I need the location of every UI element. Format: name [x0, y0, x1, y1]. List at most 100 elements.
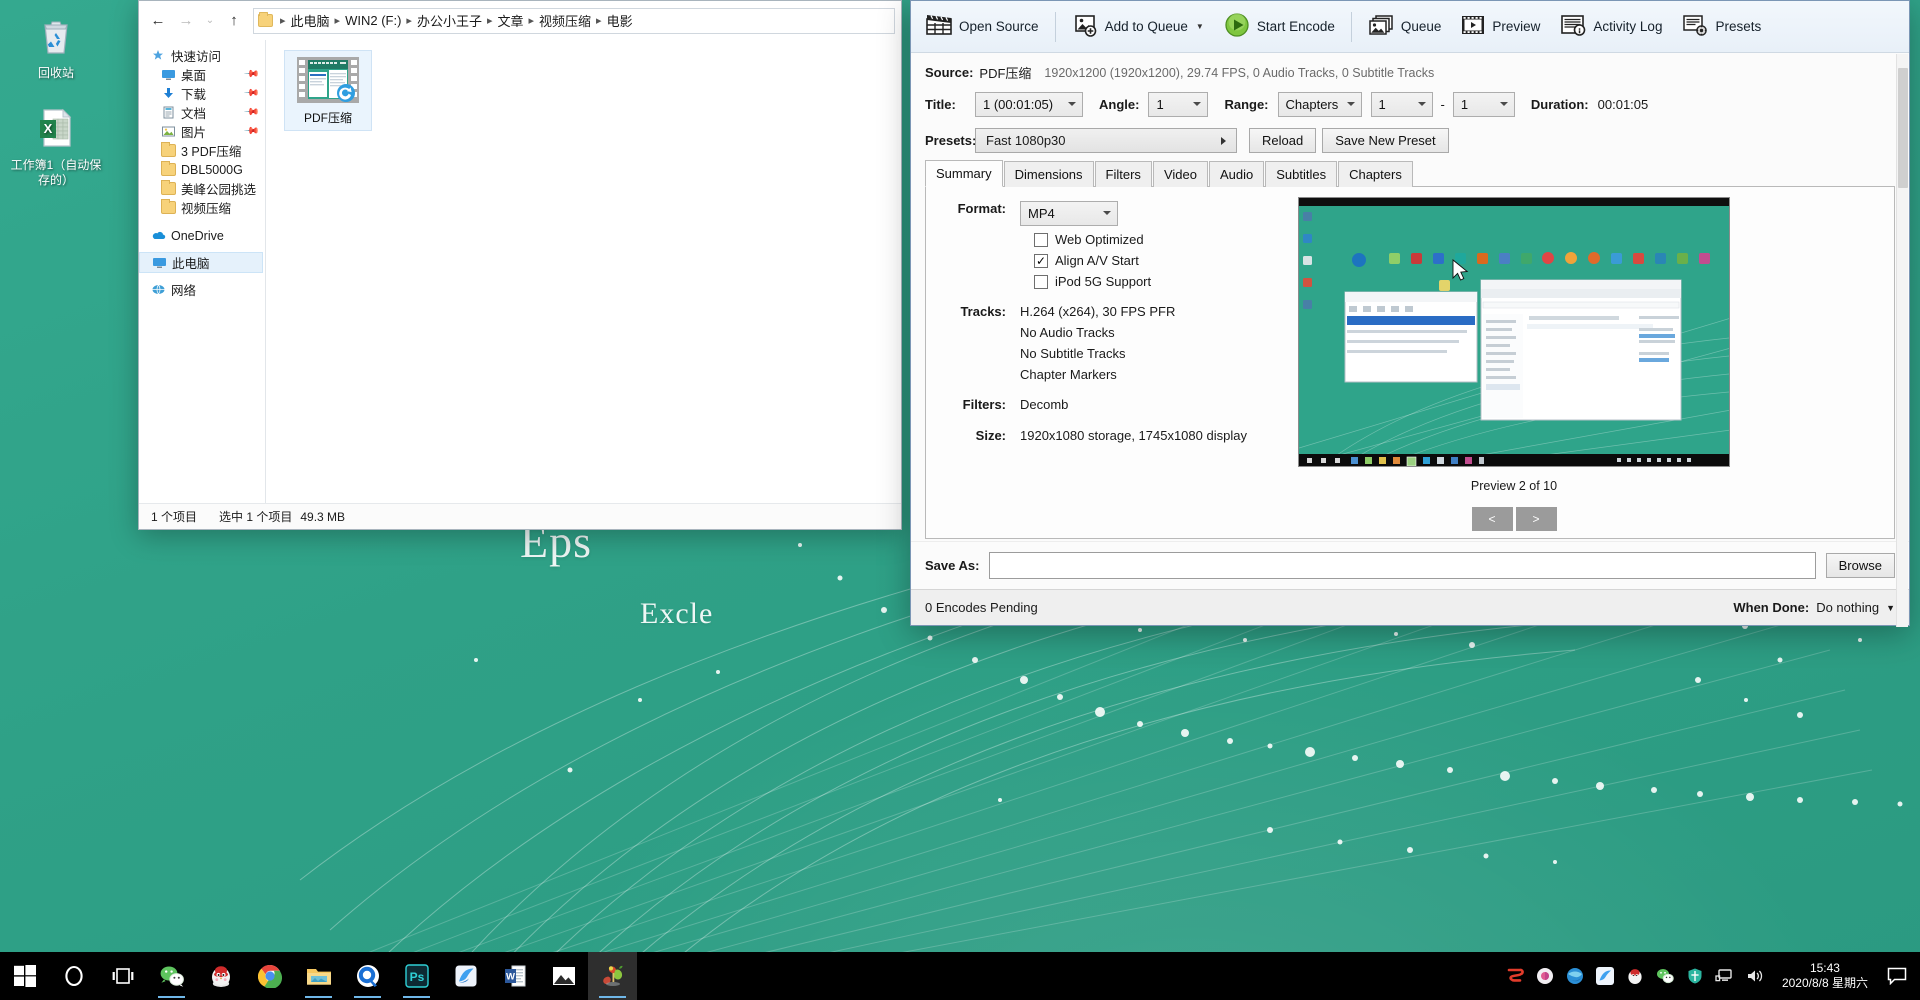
- sidebar-item-network[interactable]: 网络: [139, 280, 265, 299]
- preset-selector[interactable]: Fast 1080p30: [975, 128, 1237, 153]
- preview-image[interactable]: [1298, 197, 1730, 467]
- sidebar-item-documents[interactable]: 文档 📌: [139, 103, 265, 122]
- save-new-preset-button[interactable]: Save New Preset: [1322, 128, 1449, 153]
- align-av-start-option[interactable]: ✓ Align A/V Start: [1034, 253, 1306, 268]
- ipod-5g-support-option[interactable]: iPod 5G Support: [1034, 274, 1306, 289]
- title-select-wrap[interactable]: 1 (00:01:05): [975, 92, 1083, 117]
- pin-icon[interactable]: 📌: [242, 123, 259, 140]
- format-select-wrap[interactable]: MP4: [1020, 201, 1118, 226]
- checkbox-ipod-5g[interactable]: [1034, 274, 1048, 289]
- wechat-taskbar-button[interactable]: [147, 952, 196, 1000]
- add-to-queue-button[interactable]: Add to Queue ▼: [1063, 6, 1213, 48]
- tab-summary[interactable]: Summary: [925, 160, 1003, 187]
- scrollbar-thumb[interactable]: [1898, 68, 1908, 188]
- pin-icon[interactable]: 📌: [242, 66, 259, 83]
- breadcrumb-item-2[interactable]: 办公小王子: [417, 11, 482, 30]
- when-done-value[interactable]: Do nothing: [1816, 600, 1879, 615]
- tab-subtitles[interactable]: Subtitles: [1265, 161, 1338, 187]
- web-optimized-option[interactable]: Web Optimized: [1034, 232, 1306, 247]
- reload-button[interactable]: Reload: [1249, 128, 1317, 153]
- breadcrumb-item-5[interactable]: 电影: [607, 11, 633, 30]
- forward-button[interactable]: →: [173, 8, 199, 34]
- range-type-select[interactable]: Chapters: [1277, 92, 1362, 117]
- cortana-search-button[interactable]: [49, 952, 98, 1000]
- task-view-button[interactable]: [98, 952, 147, 1000]
- sidebar-item-video-compress[interactable]: 视频压缩: [139, 198, 265, 217]
- start-encode-button[interactable]: Start Encode: [1215, 6, 1344, 48]
- title-select[interactable]: 1 (00:01:05): [975, 92, 1083, 117]
- queue-button[interactable]: Queue: [1359, 6, 1451, 48]
- breadcrumb-item-1[interactable]: WIN2 (F:): [345, 13, 401, 28]
- tray-shield-icon[interactable]: [1680, 952, 1710, 1000]
- checkbox-web-optimized[interactable]: [1034, 232, 1048, 247]
- sidebar-item-meifeng-park[interactable]: 美峰公园挑选: [139, 179, 265, 198]
- save-as-input[interactable]: [989, 552, 1816, 579]
- pin-icon[interactable]: 📌: [242, 85, 259, 102]
- explorer-sidebar[interactable]: 快速访问 桌面 📌 下载 📌 文档 📌 图片 📌 3 PDF压缩 DBL5000…: [139, 40, 266, 503]
- preview-prev-button[interactable]: <: [1471, 507, 1513, 531]
- tray-foxmail-icon[interactable]: [1590, 952, 1620, 1000]
- sidebar-item-pictures[interactable]: 图片 📌: [139, 122, 265, 141]
- desktop-icon-recycle-bin[interactable]: 回收站: [8, 14, 104, 81]
- photos-taskbar-button[interactable]: [539, 952, 588, 1000]
- desktop-icon-excel-workbook[interactable]: X 工作簿1（自动保存的）: [8, 106, 104, 188]
- range-end-select-wrap[interactable]: 1: [1452, 92, 1515, 117]
- back-button[interactable]: ←: [145, 8, 171, 34]
- chevron-down-icon[interactable]: ▼: [1196, 22, 1204, 31]
- word-taskbar-button[interactable]: W: [490, 952, 539, 1000]
- start-button[interactable]: [0, 952, 49, 1000]
- file-explorer-taskbar-button[interactable]: [294, 952, 343, 1000]
- preview-button[interactable]: Preview: [1452, 6, 1549, 48]
- range-start-select[interactable]: 1: [1370, 92, 1433, 117]
- quark-taskbar-button[interactable]: [343, 952, 392, 1000]
- pin-icon[interactable]: 📌: [242, 104, 259, 121]
- angle-select[interactable]: 1: [1148, 92, 1209, 117]
- when-done-group[interactable]: When Done: Do nothing ▼: [1733, 600, 1895, 615]
- handbrake-taskbar-button[interactable]: [588, 952, 637, 1000]
- sidebar-item-onedrive[interactable]: OneDrive: [139, 226, 265, 245]
- action-center-button[interactable]: [1880, 952, 1914, 1000]
- handbrake-tabs[interactable]: Summary Dimensions Filters Video Audio S…: [925, 159, 1895, 187]
- recent-locations-button[interactable]: ⌄: [201, 8, 219, 34]
- handbrake-window[interactable]: Open Source Add to Queue ▼ Start Encode …: [910, 0, 1910, 627]
- range-type-select-wrap[interactable]: Chapters: [1277, 92, 1362, 117]
- sidebar-item-desktop[interactable]: 桌面 📌: [139, 65, 265, 84]
- activity-log-button[interactable]: Activity Log: [1551, 6, 1671, 48]
- photoshop-taskbar-button[interactable]: Ps: [392, 952, 441, 1000]
- file-explorer-window[interactable]: ← → ⌄ ↑ ▸ 此电脑 ▸ WIN2 (F:) ▸ 办公小王子 ▸ 文章 ▸…: [138, 0, 902, 530]
- taskbar-clock[interactable]: 15:43 2020/8/8 星期六: [1770, 952, 1880, 1000]
- open-source-button[interactable]: Open Source: [917, 6, 1048, 48]
- browse-button[interactable]: Browse: [1825, 553, 1895, 578]
- tab-dimensions[interactable]: Dimensions: [1003, 161, 1094, 187]
- explorer-file-list[interactable]: PDF压缩: [266, 40, 901, 503]
- tray-network-icon[interactable]: [1710, 952, 1740, 1000]
- tray-globe-app-icon[interactable]: [1560, 952, 1590, 1000]
- list-item[interactable]: PDF压缩: [284, 50, 372, 131]
- tab-filters[interactable]: Filters: [1094, 161, 1152, 187]
- breadcrumb[interactable]: ▸ 此电脑 ▸ WIN2 (F:) ▸ 办公小王子 ▸ 文章 ▸ 视频压缩 ▸ …: [253, 7, 895, 34]
- breadcrumb-item-0[interactable]: 此电脑: [291, 11, 330, 30]
- range-start-select-wrap[interactable]: 1: [1370, 92, 1433, 117]
- sidebar-item-quick-access[interactable]: 快速访问: [139, 46, 265, 65]
- presets-button[interactable]: Presets: [1673, 6, 1770, 48]
- foxmail-taskbar-button[interactable]: [441, 952, 490, 1000]
- tray-speaker-icon[interactable]: [1740, 952, 1770, 1000]
- chrome-taskbar-button[interactable]: [245, 952, 294, 1000]
- format-select[interactable]: MP4: [1020, 201, 1118, 226]
- up-button[interactable]: ↑: [221, 8, 247, 34]
- range-end-select[interactable]: 1: [1452, 92, 1515, 117]
- sidebar-item-downloads[interactable]: 下载 📌: [139, 84, 265, 103]
- tray-wechat-icon[interactable]: [1650, 952, 1680, 1000]
- tray-circle-app-icon[interactable]: [1530, 952, 1560, 1000]
- sidebar-item-3-pdf-compress[interactable]: 3 PDF压缩: [139, 141, 265, 160]
- tab-chapters[interactable]: Chapters: [1338, 161, 1413, 187]
- preview-next-button[interactable]: >: [1515, 507, 1557, 531]
- breadcrumb-item-4[interactable]: 视频压缩: [539, 11, 591, 30]
- tab-video[interactable]: Video: [1152, 161, 1208, 187]
- angle-select-wrap[interactable]: 1: [1148, 92, 1209, 117]
- tray-sogou-icon[interactable]: [1500, 952, 1530, 1000]
- sidebar-item-this-pc[interactable]: 此电脑: [139, 252, 263, 273]
- breadcrumb-item-3[interactable]: 文章: [497, 11, 523, 30]
- sidebar-item-dbl5000g[interactable]: DBL5000G: [139, 160, 265, 179]
- checkbox-align-av-start[interactable]: ✓: [1034, 253, 1048, 268]
